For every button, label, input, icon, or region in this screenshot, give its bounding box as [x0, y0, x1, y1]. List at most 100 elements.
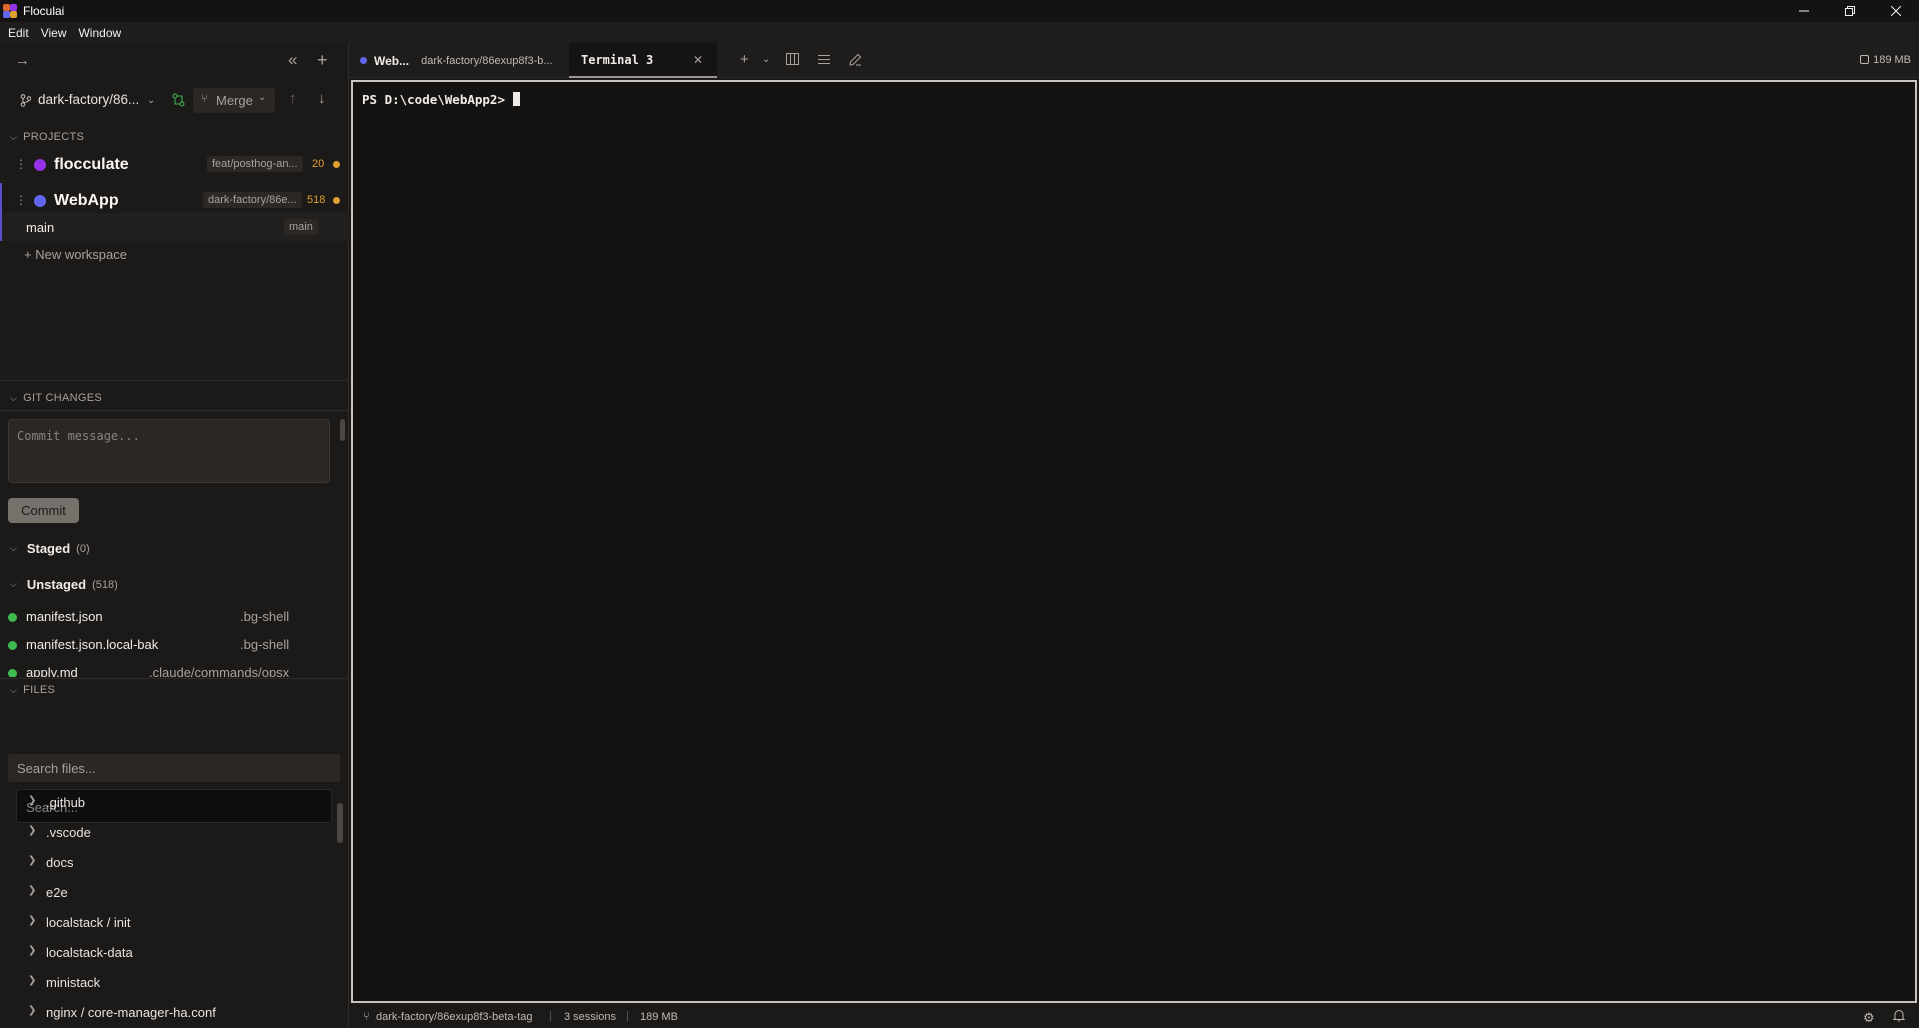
list-icon[interactable]: [818, 53, 830, 68]
tree-folder[interactable]: ❯ ministack: [28, 972, 328, 994]
add-project-icon[interactable]: +: [317, 51, 328, 69]
tree-folder-label: nginx / core-manager-ha.conf: [46, 1005, 216, 1020]
projects-section-header[interactable]: ⌵ PROJECTS: [0, 127, 349, 147]
sidebar: → « + dark-factory/86... ⌄ ⑂ Merge ⌄ ↑ ↓…: [0, 43, 349, 1028]
tree-folder[interactable]: ❯ .github: [28, 792, 328, 814]
chevron-down-icon: ⌵: [10, 131, 18, 142]
restore-button[interactable]: [1827, 0, 1873, 22]
minimize-icon: [1799, 10, 1809, 12]
git-branch-icon: ⑂: [363, 1011, 370, 1023]
status-branch[interactable]: dark-factory/86exup8f3-beta-tag: [376, 1011, 533, 1023]
memory-chip-icon: [1860, 55, 1870, 64]
branch-selector-row: dark-factory/86... ⌄ ⑂ Merge ⌄ ↑ ↓: [0, 81, 349, 121]
staged-label: Staged: [26, 541, 71, 556]
workspace-main[interactable]: main main: [0, 213, 349, 241]
minimize-button[interactable]: [1781, 0, 1827, 22]
new-workspace-button[interactable]: + New workspace: [24, 247, 127, 262]
app-title: Floculai: [23, 4, 65, 18]
merge-button[interactable]: ⑂ Merge ⌄: [193, 88, 275, 113]
project-color-dot: [34, 195, 46, 207]
tree-folder[interactable]: ❯ nginx / core-manager-ha.conf: [28, 1002, 328, 1024]
memory-value: 189 MB: [1873, 54, 1911, 66]
drag-handle-icon[interactable]: ⋮: [15, 193, 27, 207]
git-changes-scrollbar[interactable]: [340, 419, 345, 441]
tab-bar: Web... dark-factory/86exup8f3-b... Termi…: [349, 43, 1919, 78]
changed-file-row[interactable]: manifest.json .bg-shell: [0, 606, 340, 628]
chevron-down-icon[interactable]: ⌄: [762, 54, 770, 65]
chevron-right-icon: ❯: [28, 975, 37, 986]
git-changes-header-label: GIT CHANGES: [23, 392, 103, 404]
files-scrollbar[interactable]: [337, 803, 343, 843]
tree-folder[interactable]: ❯ localstack / init: [28, 912, 328, 934]
terminal-prompt: PS D:\code\WebApp2>: [362, 92, 520, 107]
arrow-up-icon[interactable]: ↑: [289, 91, 297, 107]
tab-project-webapp[interactable]: Web... dark-factory/86exup8f3-b...: [349, 43, 567, 78]
chevron-right-icon: ❯: [28, 945, 37, 956]
menu-edit[interactable]: Edit: [2, 26, 35, 40]
menu-view[interactable]: View: [35, 26, 73, 40]
settings-icon[interactable]: ⚙: [1863, 1010, 1875, 1026]
split-view-icon[interactable]: [786, 53, 799, 68]
chevron-down-icon: ⌵: [10, 543, 17, 553]
workspace-branch-badge: main: [284, 219, 318, 235]
close-icon[interactable]: ✕: [693, 53, 703, 67]
tab-terminal-3[interactable]: Terminal 3 ✕: [569, 43, 717, 78]
tree-folder[interactable]: ❯ localstack-data: [28, 942, 328, 964]
terminal-pane[interactable]: PS D:\code\WebApp2>: [351, 80, 1917, 1003]
changed-file-row[interactable]: manifest.json.local-bak .bg-shell: [0, 634, 340, 656]
files-section-header[interactable]: ⌵ FILES: [0, 680, 349, 700]
git-compare-icon[interactable]: [172, 93, 185, 111]
status-separator: |: [549, 1010, 552, 1022]
search-files-input[interactable]: Search files...: [8, 754, 340, 782]
tree-folder[interactable]: ❯ .vscode: [28, 822, 328, 844]
file-status-dot: [8, 613, 17, 622]
project-change-count: 518: [307, 194, 326, 206]
memory-usage: 189 MB: [1860, 54, 1911, 66]
chevron-down-icon: ⌵: [10, 684, 18, 695]
staged-count: (0): [76, 542, 90, 555]
tree-folder[interactable]: ❯ e2e: [28, 882, 328, 904]
status-separator: |: [626, 1010, 629, 1022]
git-changes-section-header[interactable]: ⌵ GIT CHANGES: [0, 388, 349, 408]
arrow-down-icon[interactable]: ↓: [318, 91, 326, 107]
file-status-dot: [8, 669, 17, 677]
project-flocculate[interactable]: ⋮ flocculate feat/posthog-an... 20: [0, 147, 349, 183]
tree-folder-label: .vscode: [46, 825, 91, 840]
unstaged-group-header[interactable]: ⌵ Unstaged (518): [10, 577, 118, 592]
tree-folder[interactable]: ❯ docs: [28, 852, 328, 874]
status-sessions: 3 sessions: [564, 1011, 616, 1023]
commit-message-input[interactable]: Commit message...: [8, 419, 330, 483]
close-window-button[interactable]: [1873, 0, 1919, 22]
project-branch-badge: dark-factory/86e...: [203, 192, 302, 208]
edit-icon[interactable]: [849, 53, 862, 69]
current-branch[interactable]: dark-factory/86...: [38, 92, 139, 107]
restore-icon: [1845, 6, 1855, 16]
merge-label: Merge: [216, 93, 253, 108]
notifications-bell-icon[interactable]: [1892, 1009, 1906, 1025]
changed-file-row[interactable]: apply.md .claude/commands/opsx: [0, 662, 340, 677]
tree-folder-label: docs: [46, 855, 74, 870]
staged-group-header[interactable]: ⌵ Staged (0): [10, 541, 90, 556]
tree-folder-label: e2e: [46, 885, 68, 900]
project-change-count: 20: [312, 158, 325, 170]
arrow-right-icon[interactable]: →: [15, 53, 30, 69]
unstaged-label: Unstaged: [26, 577, 87, 592]
drag-handle-icon[interactable]: ⋮: [15, 157, 27, 171]
menu-window[interactable]: Window: [72, 26, 127, 40]
close-icon: [1891, 6, 1901, 16]
collapse-sidebar-icon[interactable]: «: [288, 51, 297, 68]
project-status-dot: [333, 161, 340, 168]
divider: [0, 380, 349, 381]
tree-folder-label: localstack-data: [46, 945, 133, 960]
chevron-right-icon: ❯: [28, 915, 37, 926]
file-status-dot: [8, 641, 17, 650]
chevron-down-icon[interactable]: ⌄: [147, 93, 155, 109]
project-status-dot: [333, 197, 340, 204]
tree-folder-label: ministack: [46, 975, 101, 990]
tree-folder-label: .github: [46, 795, 86, 810]
projects-header-label: PROJECTS: [23, 131, 85, 143]
new-terminal-icon[interactable]: +: [740, 51, 749, 68]
commit-button[interactable]: Commit: [8, 498, 79, 523]
title-bar: Floculai: [0, 0, 1919, 22]
workspace-name: main: [26, 220, 55, 235]
